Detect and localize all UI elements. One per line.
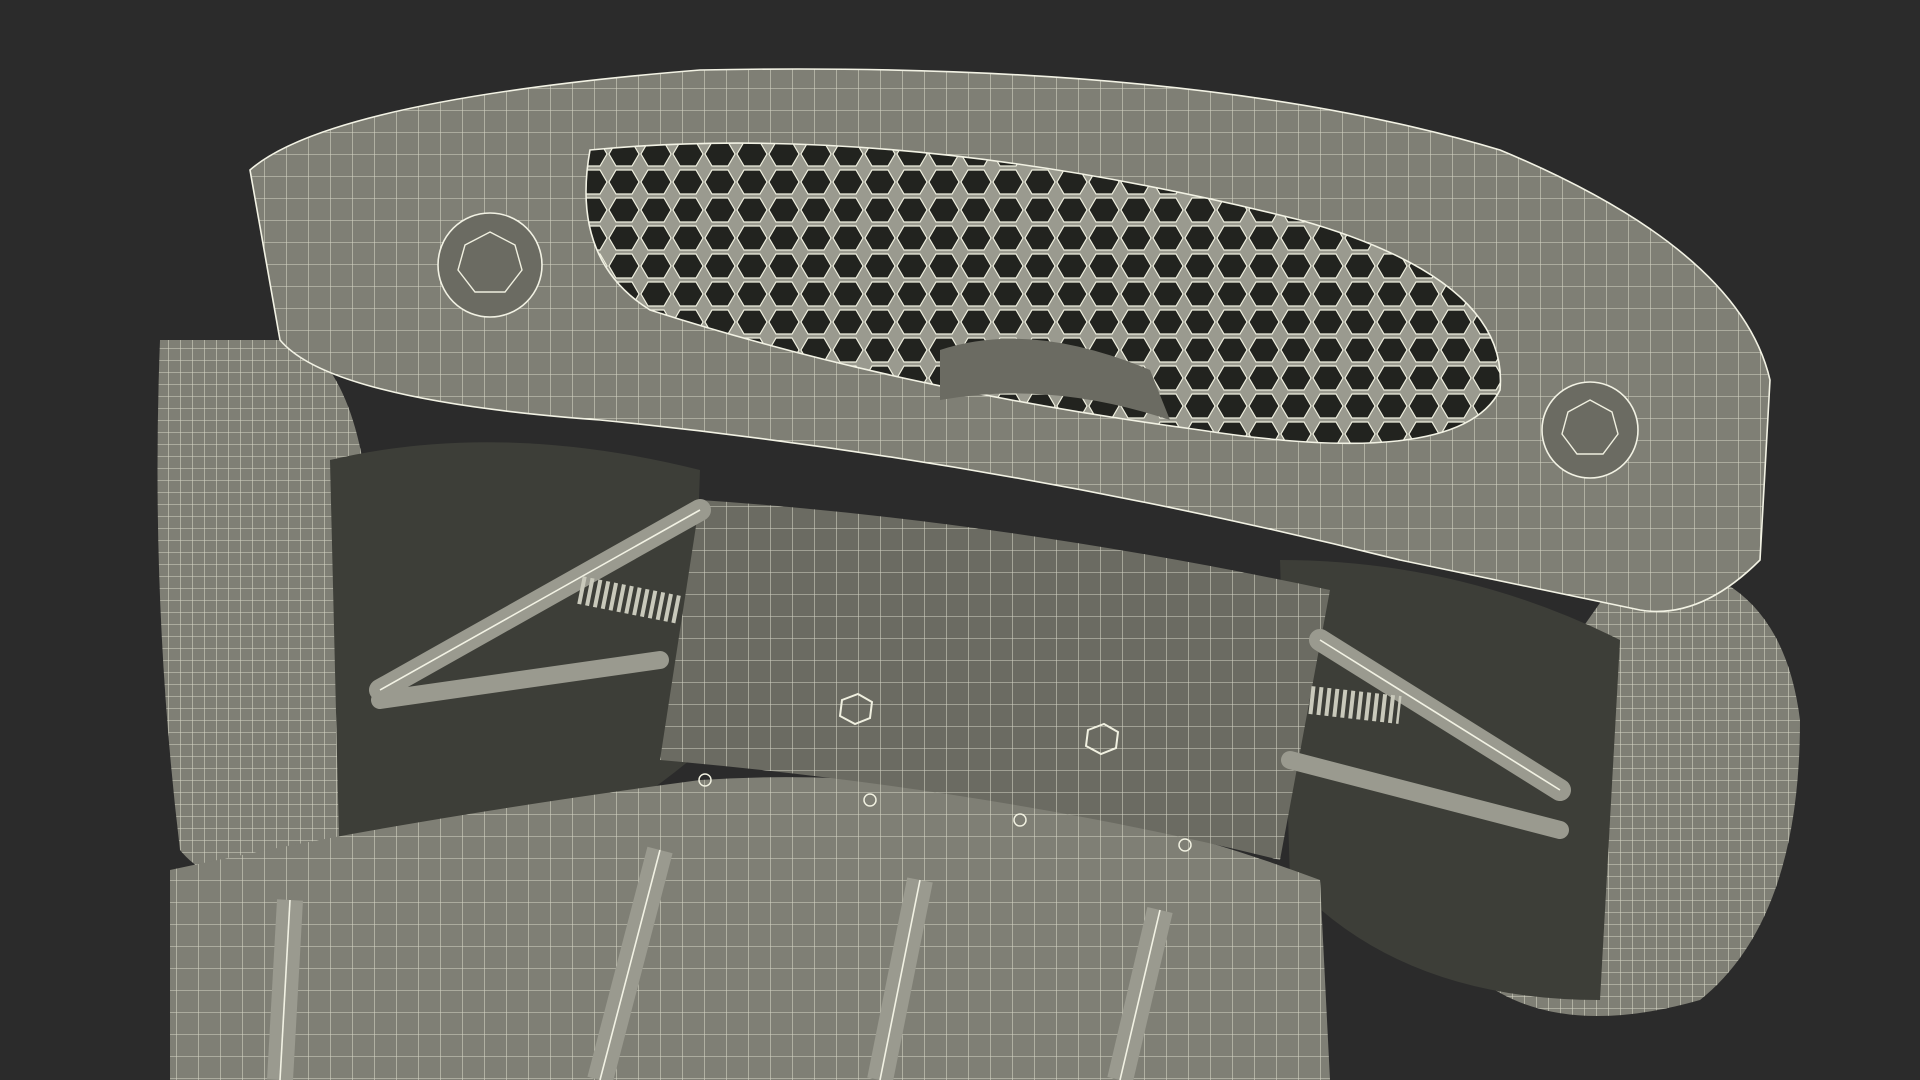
left-fog-light bbox=[437, 212, 543, 318]
right-fog-light bbox=[1541, 381, 1639, 479]
wireframe-render-viewport bbox=[0, 0, 1920, 1080]
